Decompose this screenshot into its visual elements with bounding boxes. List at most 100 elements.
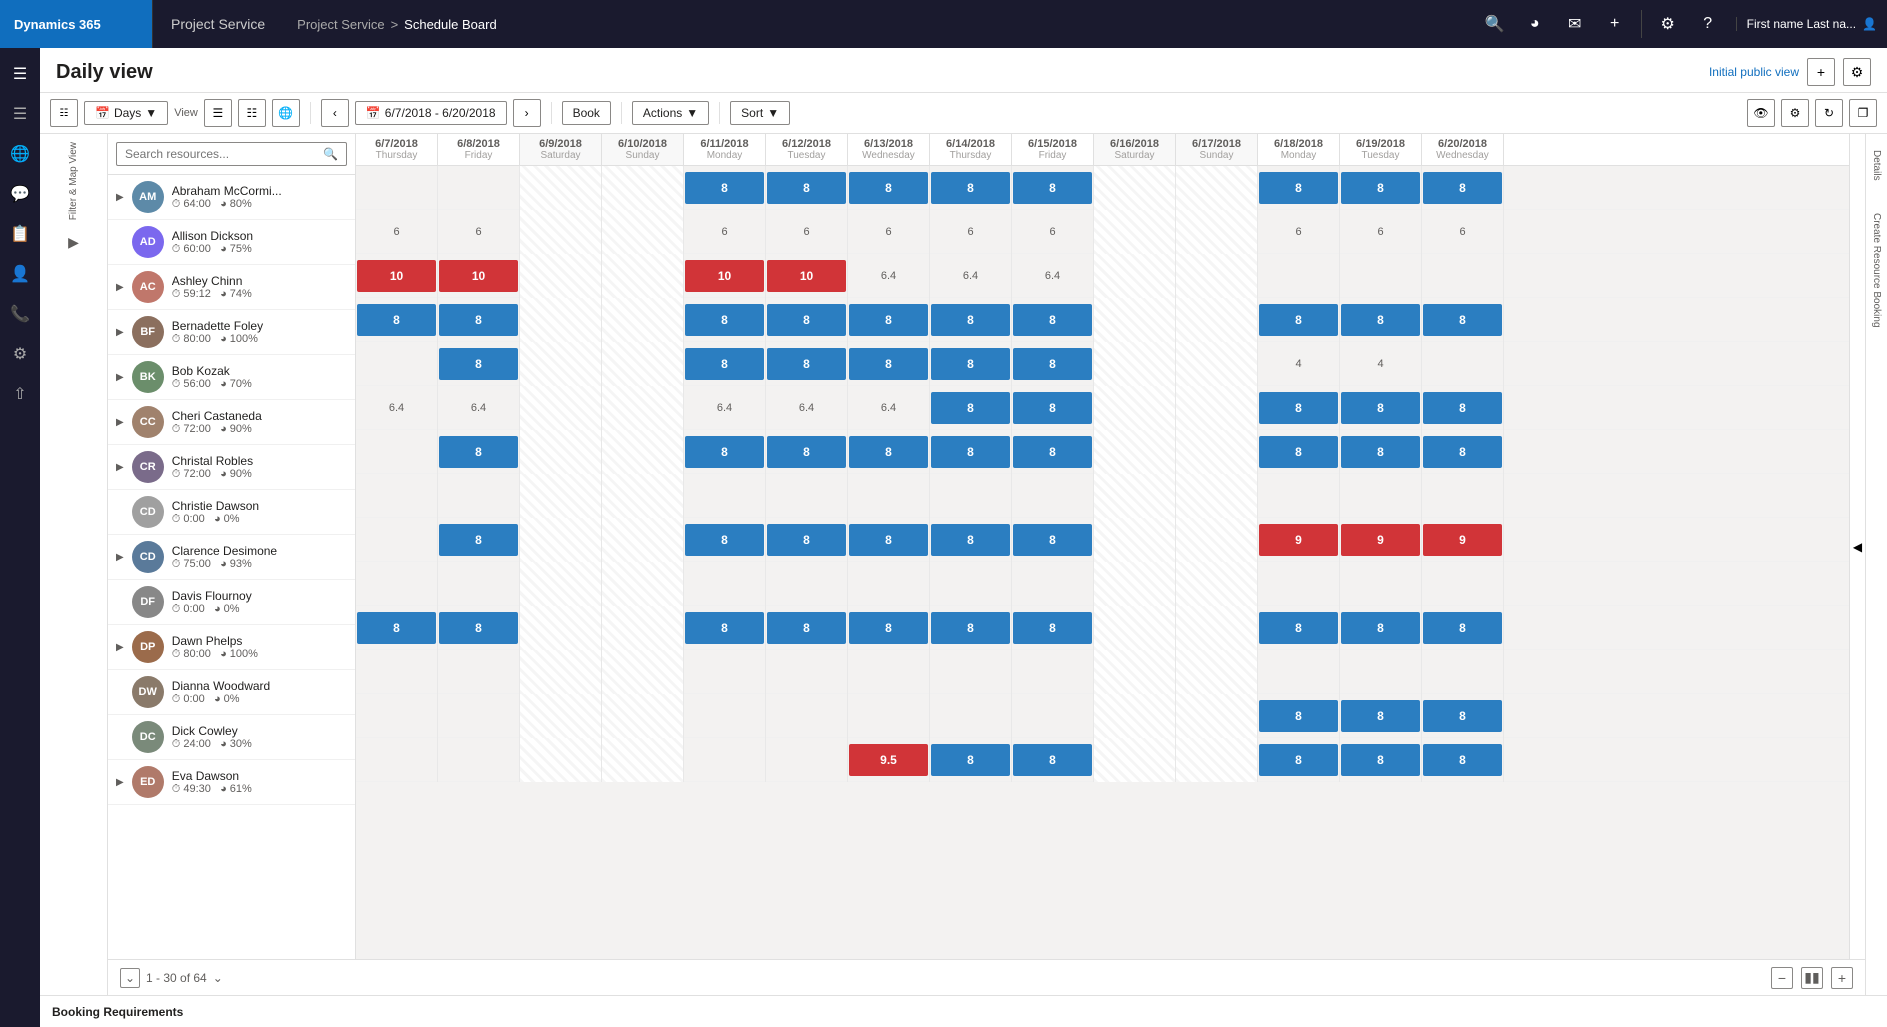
grid-cell[interactable]: 8 — [356, 298, 438, 342]
grid-cell[interactable]: 8 — [1422, 606, 1504, 650]
grid-cell[interactable]: 8 — [1340, 430, 1422, 474]
grid-cell[interactable]: 8 — [766, 606, 848, 650]
grid-cell[interactable]: 8 — [684, 518, 766, 562]
search-box[interactable]: 🔍 — [116, 142, 347, 166]
booking-block[interactable]: 8 — [1341, 436, 1420, 468]
days-button[interactable]: 📅 Days ▼ — [84, 101, 168, 125]
booking-block[interactable]: 8 — [439, 304, 518, 336]
table-view-icon[interactable]: ☷ — [238, 99, 266, 127]
expand-icon[interactable]: ▶ — [116, 372, 124, 383]
expand-icon[interactable]: ▶ — [116, 642, 124, 653]
grid-cell[interactable]: 8 — [1012, 430, 1094, 474]
grid-cell[interactable]: 8 — [766, 430, 848, 474]
grid-cell[interactable]: 8 — [1258, 738, 1340, 782]
expand-icon[interactable]: ▶ — [116, 282, 124, 293]
grid-view-button[interactable]: ☷ — [50, 99, 78, 127]
booking-block[interactable]: 8 — [1013, 744, 1092, 776]
sidebar-item-dashboard[interactable]: ☰ — [2, 96, 38, 132]
booking-block[interactable]: 8 — [1341, 744, 1420, 776]
grid-cell[interactable]: 8 — [930, 738, 1012, 782]
grid-cell[interactable]: 8 — [1422, 738, 1504, 782]
booking-block[interactable]: 8 — [931, 392, 1010, 424]
grid-cell[interactable]: 8 — [1258, 430, 1340, 474]
booking-block[interactable]: 8 — [357, 612, 436, 644]
grid-cell[interactable]: 8 — [438, 518, 520, 562]
expand-icon[interactable]: ▶ — [116, 462, 124, 473]
grid-cell[interactable]: 8 — [766, 166, 848, 210]
grid-cell[interactable]: 8 — [1422, 386, 1504, 430]
booking-block[interactable]: 8 — [1423, 172, 1502, 204]
filter-map-view-label[interactable]: Filter & Map View — [68, 142, 79, 220]
grid-cell[interactable]: 8 — [930, 166, 1012, 210]
grid-cell[interactable]: 8 — [684, 342, 766, 386]
grid-cell[interactable]: 8 — [1258, 298, 1340, 342]
grid-cell[interactable]: 9 — [1422, 518, 1504, 562]
grid-cell[interactable]: 8 — [1012, 386, 1094, 430]
grid-cell[interactable]: 8 — [930, 518, 1012, 562]
grid-cell[interactable]: 10 — [684, 254, 766, 298]
grid-cell[interactable]: 8 — [1422, 694, 1504, 738]
grid-cell[interactable]: 8 — [1340, 298, 1422, 342]
next-button[interactable]: › — [513, 99, 541, 127]
grid-cell[interactable]: 8 — [1340, 606, 1422, 650]
grid-cell[interactable]: 9.5 — [848, 738, 930, 782]
grid-cell[interactable]: 8 — [1258, 694, 1340, 738]
grid-cell[interactable]: 8 — [1340, 694, 1422, 738]
booking-block[interactable]: 8 — [1423, 700, 1502, 732]
sidebar-item-phone[interactable]: 📞 — [2, 296, 38, 332]
grid-cell[interactable]: 6 — [930, 210, 1012, 254]
booking-block[interactable]: 8 — [849, 172, 928, 204]
grid-cell[interactable]: 6.4 — [438, 386, 520, 430]
grid-cell[interactable]: 8 — [848, 430, 930, 474]
grid-cell[interactable]: 8 — [930, 606, 1012, 650]
booking-block[interactable]: 8 — [1259, 436, 1338, 468]
booking-block[interactable]: 8 — [1423, 392, 1502, 424]
booking-block[interactable]: 8 — [1013, 348, 1092, 380]
grid-cell[interactable]: 8 — [684, 298, 766, 342]
booking-block[interactable]: 8 — [685, 348, 764, 380]
booking-block[interactable]: 8 — [767, 172, 846, 204]
grid-cell[interactable]: 8 — [438, 342, 520, 386]
user-profile[interactable]: First name Last na... 👤 — [1736, 17, 1887, 31]
overbooked-block[interactable]: 10 — [685, 260, 764, 292]
booking-block[interactable]: 8 — [1259, 700, 1338, 732]
breadcrumb-parent[interactable]: Project Service — [297, 17, 384, 32]
booking-block[interactable]: 8 — [1341, 700, 1420, 732]
booking-block[interactable]: 8 — [767, 436, 846, 468]
eye-icon-btn[interactable]: 👁 — [1747, 99, 1775, 127]
overbooked-block[interactable]: 9 — [1341, 524, 1420, 556]
expand-icon[interactable]: ▶ — [116, 192, 124, 203]
grid-cell[interactable]: 8 — [684, 606, 766, 650]
booking-block[interactable]: 8 — [1341, 612, 1420, 644]
collapse-right-btn[interactable]: ◀ — [1849, 134, 1865, 959]
grid-cell[interactable]: 8 — [1340, 386, 1422, 430]
booking-block[interactable]: 8 — [1013, 524, 1092, 556]
grid-cell[interactable]: 8 — [1422, 298, 1504, 342]
booking-block[interactable]: 8 — [1259, 392, 1338, 424]
actions-button[interactable]: Actions ▼ — [632, 101, 709, 125]
app-module[interactable]: Project Service — [152, 0, 283, 48]
grid-cell[interactable]: 8 — [848, 518, 930, 562]
booking-block[interactable]: 8 — [439, 436, 518, 468]
overbooked-block[interactable]: 9 — [1259, 524, 1338, 556]
list-view-icon[interactable]: ☰ — [204, 99, 232, 127]
booking-block[interactable]: 8 — [1013, 304, 1092, 336]
booking-block[interactable]: 8 — [1423, 436, 1502, 468]
booking-block[interactable]: 8 — [439, 612, 518, 644]
expand-icon[interactable]: ▶ — [116, 327, 124, 338]
grid-cell[interactable]: 8 — [438, 606, 520, 650]
collapse-filter-btn[interactable]: ▶ — [68, 234, 79, 251]
grid-cell[interactable]: 6 — [1422, 210, 1504, 254]
grid-cell[interactable]: 8 — [930, 430, 1012, 474]
overbooked-block[interactable]: 10 — [767, 260, 846, 292]
booking-block[interactable]: 8 — [1341, 392, 1420, 424]
booking-block[interactable]: 8 — [1013, 392, 1092, 424]
add-nav-icon[interactable]: + — [1597, 6, 1633, 42]
grid-cell[interactable]: 8 — [766, 298, 848, 342]
grid-cell[interactable]: 8 — [1258, 166, 1340, 210]
booking-block[interactable]: 8 — [931, 524, 1010, 556]
grid-cell[interactable]: 8 — [1012, 298, 1094, 342]
grid-cell[interactable]: 8 — [1258, 606, 1340, 650]
grid-cell[interactable]: 6 — [1340, 210, 1422, 254]
settings-view-button[interactable]: ⚙ — [1843, 58, 1871, 86]
